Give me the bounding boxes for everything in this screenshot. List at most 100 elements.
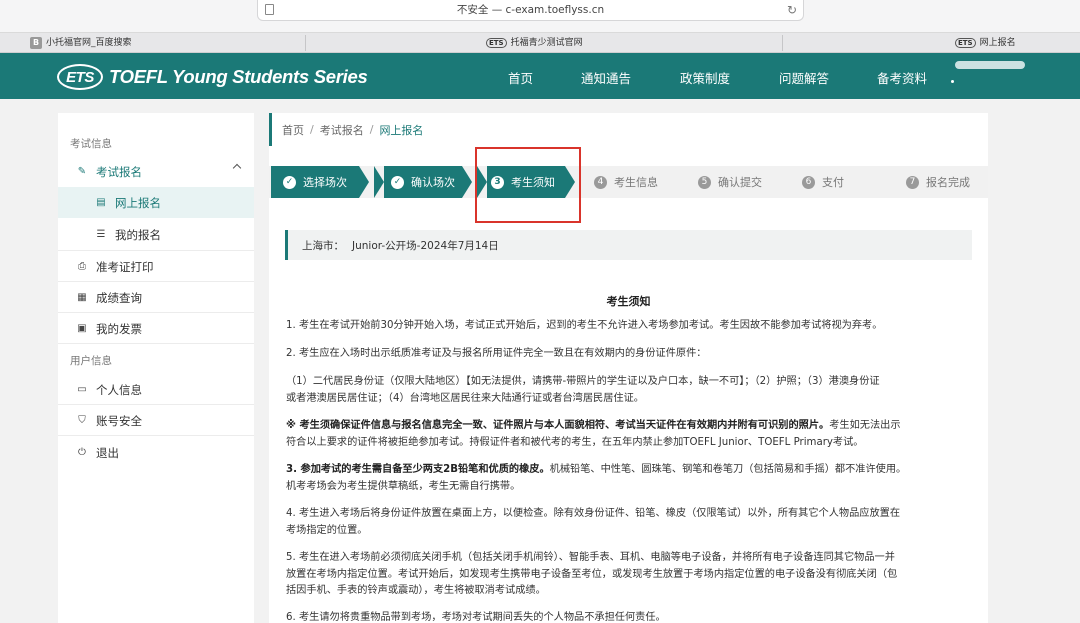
reload-icon[interactable]: ↻ [787,0,797,20]
url-text: 不安全 — c-exam.toeflyss.cn [456,4,605,16]
user-account-redacted[interactable] [955,61,1025,69]
step-payment: 6 支付 [802,166,844,198]
browser-toolbar: 不安全 — c-exam.toeflyss.cn ↻ [0,0,1080,32]
notice-paragraph: （1）二代居民身份证（仅限大陆地区）【如无法提供，请携带-带照片的学生证以及户口… [286,374,976,407]
notice-line: 4. 考生进入考场后将身份证件放置在桌面上方，以便检查。除有效身份证件、铅笔、橡… [286,508,901,519]
tab-online-registration[interactable]: ETS 网上报名 [955,33,1016,53]
tab-label: 小托福官网_百度搜索 [46,37,132,48]
sidebar-item-label: 考试报名 [96,164,142,179]
notice-paragraph: 4. 考生进入考场后将身份证件放置在桌面上方，以便检查。除有效身份证件、铅笔、橡… [286,506,976,539]
notice-paragraph: ※ 考生须确保证件信息与报名信息完全一致、证件照片与本人面貌相符、考试当天证件在… [286,418,976,451]
check-icon: ✓ [283,175,296,189]
nav-faq[interactable]: 问题解答 [779,68,829,87]
notice-line: 考场指定的位置。 [286,524,368,536]
step-complete: 7 报名完成 [906,166,970,198]
ets-logo-icon: ETS [57,64,103,90]
notice-paragraph: 3. 参加考试的考生需自备至少两支2B铅笔和优质的橡皮。机械铅笔、中性笔、圆珠笔… [286,462,976,495]
step-arrow [462,166,472,198]
exam-session: Junior-公开场-2024年7月14日 [352,239,499,252]
site-logo[interactable]: ETS TOEFL Young Students Series [57,64,368,90]
tab-label: 托福青少测试官网 [510,37,583,48]
sidebar-section-user-info: 用户信息 [70,355,112,367]
step-number: 5 [698,175,711,189]
breadcrumb-exam-registration[interactable]: 考试报名 [320,122,364,138]
sidebar-item-my-registrations[interactable]: ☰ 我的报名 [58,219,254,250]
sidebar: 考试信息 ✎ 考试报名 ▤ 网上报名 ☰ 我的报名 ⎙ 准考证打印 ▦ 成绩查询… [58,113,254,623]
sidebar-item-personal-info[interactable]: ▭ 个人信息 [58,374,254,405]
sidebar-item-label: 我的发票 [96,321,142,336]
notice-line: 括因手机、手表的铃声或震动），考生将被取消考试成绩。 [286,585,546,596]
sidebar-item-label: 账号安全 [96,413,142,428]
nav-home[interactable]: 首页 [508,68,533,87]
sidebar-item-score-query[interactable]: ▦ 成绩查询 [58,282,254,313]
step-select-session: ✓ 选择场次 [271,166,359,198]
step-number: 7 [906,175,919,189]
step-label: 确认提交 [718,176,762,189]
check-icon: ✓ [391,175,404,189]
sidebar-section-exam-info: 考试信息 [70,138,112,150]
tab-divider [782,35,783,51]
sidebar-item-label: 准考证打印 [96,259,154,274]
annotation-highlight-box [475,147,581,223]
sidebar-item-my-invoices[interactable]: ▣ 我的发票 [58,313,254,344]
step-label: 支付 [822,176,844,189]
tab-toefl-site[interactable]: ETS 托福青少测试官网 [486,33,583,53]
ets-favicon-icon: ETS [486,38,507,48]
tab-divider [305,35,306,51]
notice-line: 或者港澳居民居住证；（4）台湾地区居民往来大陆通行证或者台湾居民居住证。 [286,392,644,404]
notice-line: 放置在考场内指定位置。考试开始后，如发现考生携带电子设备至考位，或发现考生放置于… [286,568,898,580]
list-icon: ☰ [96,228,106,240]
breadcrumb: 首页 / 考试报名 / 网上报名 [269,113,988,146]
score-icon: ▦ [77,291,87,303]
sidebar-item-admission-ticket[interactable]: ⎙ 准考证打印 [58,251,254,282]
main-panel: 首页 / 考试报名 / 网上报名 ✓ 选择场次 ✓ 确认场次 3 考生须知 4 … [269,113,988,623]
form-icon: ▤ [96,196,106,208]
nav-notices[interactable]: 通知通告 [581,68,631,87]
selected-exam-bar: 上海市： Junior-公开场-2024年7月14日 [285,230,972,260]
nav-policies[interactable]: 政策制度 [680,68,730,87]
notice-line: 机考考场会为考生提供草稿纸，考生无需自行携带。 [286,480,521,492]
step-arrow [359,166,369,198]
step-confirm-session: ✓ 确认场次 [374,166,462,198]
nav-prep-materials[interactable]: 备考资料 [877,68,927,87]
notice-bold-text: 3. 参加考试的考生需自备至少两支2B铅笔和优质的橡皮。 [286,464,550,475]
exam-city: 上海市： [302,239,344,252]
step-label: 报名完成 [926,176,970,189]
sidebar-item-account-security[interactable]: ⛉ 账号安全 [58,405,254,436]
breadcrumb-home[interactable]: 首页 [282,122,304,138]
step-arrow-notch [374,166,384,198]
sidebar-item-exam-registration[interactable]: ✎ 考试报名 [58,156,254,187]
notice-text: 考生如无法出示 [829,420,901,431]
invoice-icon: ▣ [77,322,87,334]
sidebar-item-online-registration[interactable]: ▤ 网上报名 [58,187,254,218]
notice-line: （1）二代居民身份证（仅限大陆地区）【如无法提供，请携带-带照片的学生证以及户口… [286,376,880,387]
notice-paragraph: 2. 考生应在入场时出示纸质准考证及与报名所用证件完全一致且在有效期内的身份证件… [286,348,707,359]
logo-text: TOEFL Young Students Series [109,66,368,87]
sidebar-item-label: 网上报名 [115,195,161,210]
shield-icon: ⛉ [78,414,86,426]
tab-baidu[interactable]: B 小托福官网_百度搜索 [30,33,132,53]
edit-icon: ✎ [77,165,87,177]
breadcrumb-separator: / [310,123,314,136]
user-dot [951,80,954,83]
sidebar-item-label: 我的报名 [115,227,161,242]
step-label: 选择场次 [303,176,347,189]
notice-title: 考生须知 [606,295,651,308]
step-number: 6 [802,175,815,189]
breadcrumb-separator: / [369,123,374,136]
tab-label: 网上报名 [979,37,1016,48]
sidebar-item-logout[interactable]: ⏻ 退出 [58,437,254,468]
address-bar[interactable]: 不安全 — c-exam.toeflyss.cn ↻ [257,0,804,21]
sidebar-divider [58,343,254,344]
registration-steps: ✓ 选择场次 ✓ 确认场次 3 考生须知 4 考生信息 5 确认提交 6 支付 [269,166,988,198]
step-number: 4 [594,175,607,189]
step-label: 考生信息 [614,176,658,189]
notice-paragraph: 6. 考生请勿将贵重物品带到考场，考场对考试期间丢失的个人物品不承担任何责任。 [286,612,666,623]
notice-paragraph: 1. 考生在考试开始前30分钟开始入场，考试正式开始后，迟到的考生不允许进入考场… [286,320,883,331]
logout-icon: ⏻ [78,446,86,458]
tab-strip: B 小托福官网_百度搜索 ETS 托福青少测试官网 ETS 网上报名 [0,32,1080,53]
id-card-icon: ▭ [77,383,87,395]
site-header: ETS TOEFL Young Students Series 首页 通知通告 … [0,53,1080,99]
printer-icon: ⎙ [78,260,86,272]
step-confirm-submit: 5 确认提交 [698,166,762,198]
